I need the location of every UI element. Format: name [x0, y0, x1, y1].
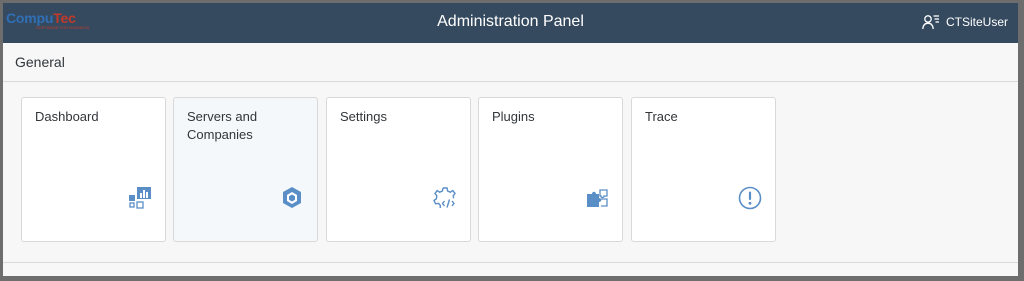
app-frame: CompuTec SOFTWARE FOR BUSINESS Administr…	[3, 3, 1018, 276]
settings-code-icon	[433, 186, 457, 210]
tile-servers-and-companies[interactable]: Servers and Companies	[173, 97, 318, 242]
tile-label: Servers and Companies	[187, 109, 258, 142]
exclamation-circle-icon	[738, 186, 762, 210]
cube-icon	[280, 186, 304, 210]
user-name: CTSiteUser	[945, 15, 1008, 29]
shell-bar: CompuTec SOFTWARE FOR BUSINESS Administr…	[3, 3, 1018, 43]
tile-label: Dashboard	[35, 109, 99, 124]
puzzle-icon	[585, 186, 609, 210]
user-menu[interactable]: CTSiteUser	[922, 14, 1008, 30]
tile-dashboard[interactable]: Dashboard	[21, 97, 166, 242]
dashboard-icon	[128, 186, 152, 210]
tile-settings[interactable]: Settings	[326, 97, 471, 242]
tile-label: Trace	[645, 109, 678, 124]
tile-label: Settings	[340, 109, 387, 124]
page-title: Administration Panel	[437, 13, 584, 30]
tile-trace[interactable]: Trace	[631, 97, 776, 242]
section-title: General	[15, 54, 65, 70]
footer-divider	[3, 262, 1018, 263]
tile-plugins[interactable]: Plugins	[478, 97, 623, 242]
user-list-icon	[922, 14, 940, 30]
section-header: General	[3, 43, 1018, 82]
tile-label: Plugins	[492, 109, 535, 124]
